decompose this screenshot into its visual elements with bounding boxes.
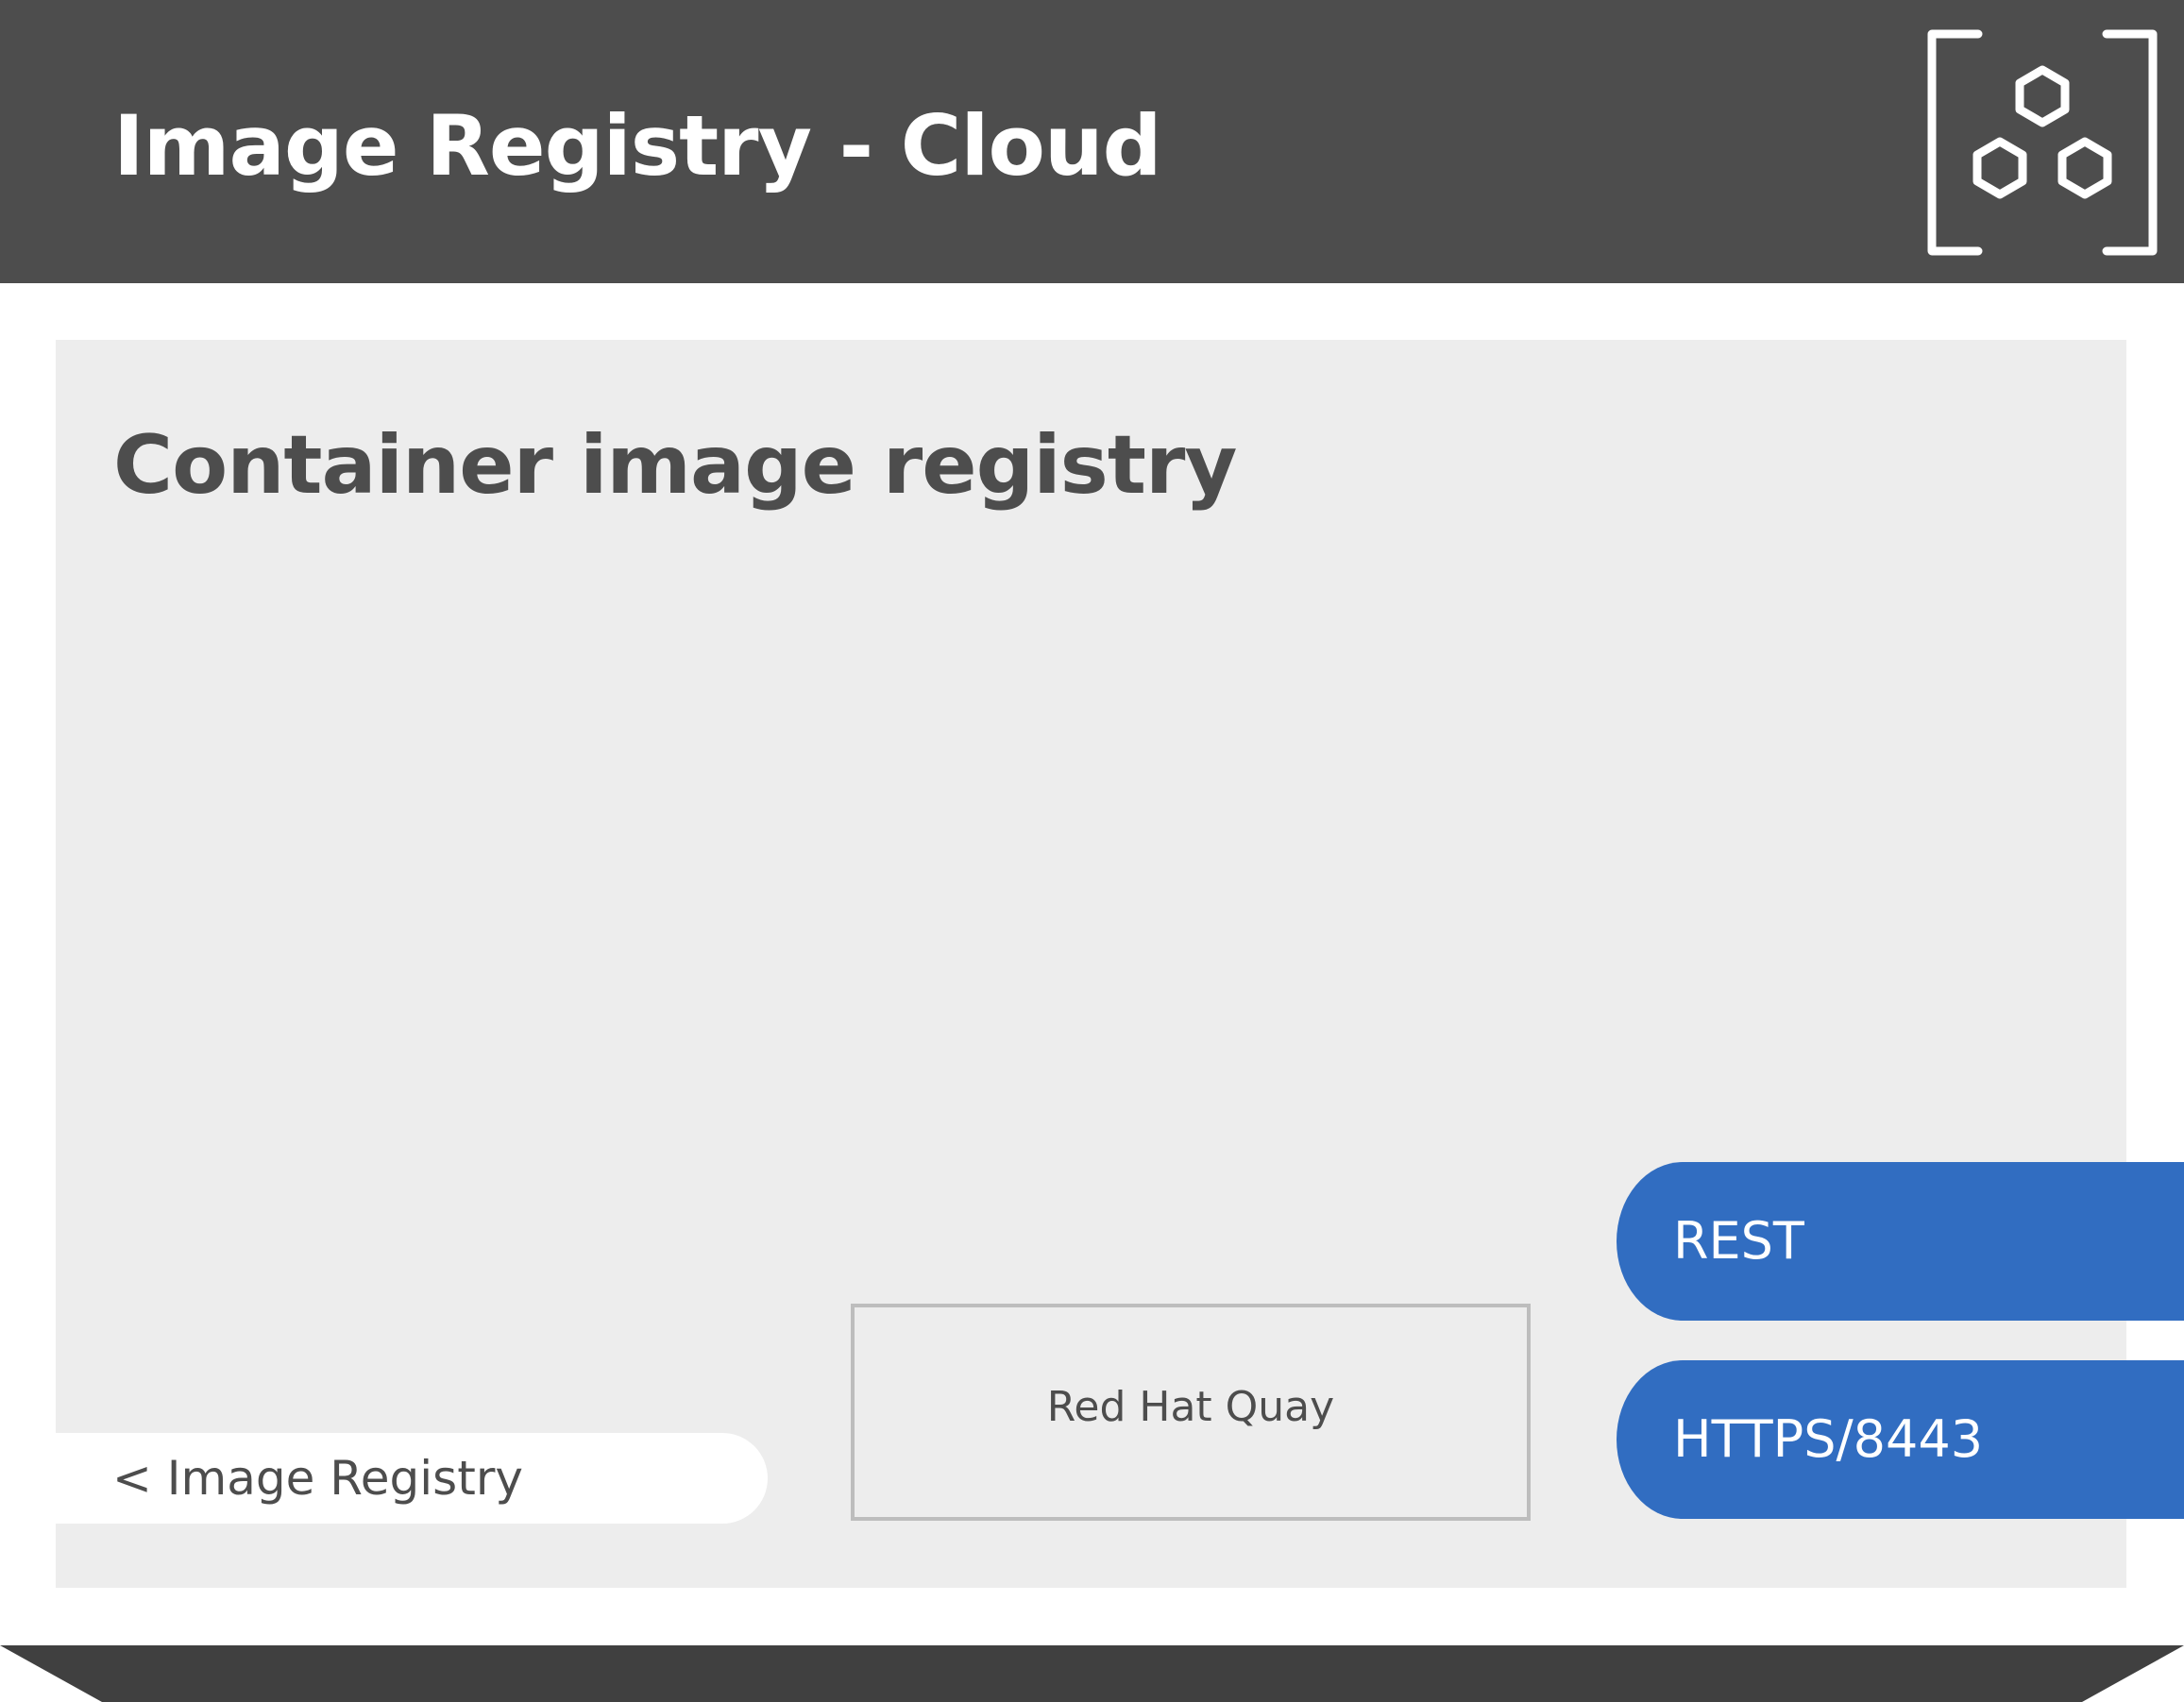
page-title: Image Registry - Cloud (113, 97, 1162, 194)
rest-endpoint-label: REST (1673, 1211, 1804, 1271)
red-hat-quay-label: Red Hat Quay (1046, 1382, 1335, 1431)
https-endpoint-label: HTTPS/8443 (1673, 1409, 1984, 1469)
breadcrumb-label: < Image Registry (112, 1451, 523, 1506)
header-bar: Image Registry - Cloud (0, 0, 2184, 283)
footer-bar (0, 1645, 2184, 1702)
rest-endpoint: REST (1617, 1162, 2184, 1321)
https-endpoint: HTTPS/8443 (1617, 1360, 2184, 1519)
panel-title: Container image registry (113, 418, 1237, 513)
breadcrumb[interactable]: < Image Registry (56, 1433, 768, 1524)
container-hexagons-icon (1927, 29, 2158, 256)
red-hat-quay-box: Red Hat Quay (851, 1304, 1531, 1521)
